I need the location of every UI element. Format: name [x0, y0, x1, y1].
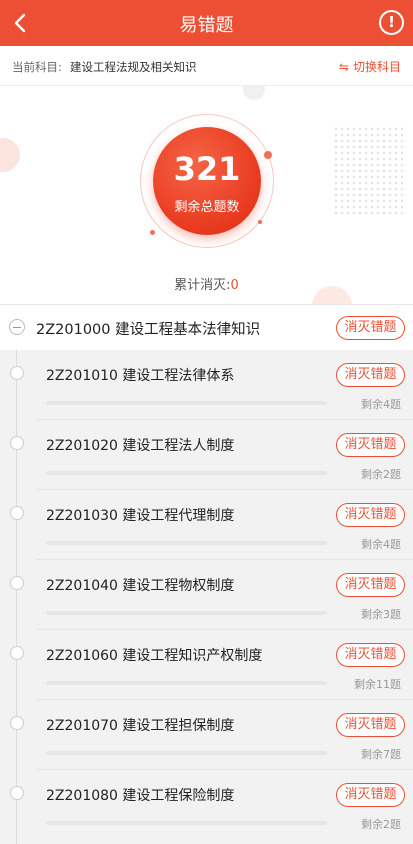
chapter-header[interactable]: 2Z201000 建设工程基本法律知识 消灭错题	[0, 304, 413, 350]
list-item-title: 2Z201030 建设工程代理制度	[46, 508, 235, 524]
subject-label: 当前科目:	[12, 60, 62, 74]
switch-subject-button[interactable]: ⇋ 切换科目	[339, 58, 401, 75]
clear-button[interactable]: 消灭错题	[336, 503, 405, 527]
switch-subject-label: 切换科目	[352, 60, 401, 74]
progress-bar	[46, 611, 327, 615]
remaining-text: 剩余4题	[361, 538, 401, 551]
cleared-label: 累计消灭:	[174, 278, 231, 293]
list-item[interactable]: 2Z201070 建设工程担保制度 消灭错题 剩余7题	[0, 700, 413, 770]
list-item[interactable]: 2Z201080 建设工程保险制度 消灭错题 剩余2题	[0, 770, 413, 840]
progress-bar	[46, 681, 327, 685]
stats-panel: 321 剩余总题数 累计消灭:0	[0, 86, 413, 304]
clear-button[interactable]: 消灭错题	[336, 713, 405, 737]
decor-dot-pattern	[333, 126, 403, 216]
decor-circle	[0, 138, 20, 172]
remaining-text: 剩余2题	[361, 818, 401, 831]
progress-bar	[46, 821, 327, 825]
clear-chapter-button[interactable]: 消灭错题	[336, 316, 405, 340]
remaining-text: 剩余4题	[361, 398, 401, 411]
timeline-dot	[10, 576, 24, 590]
info-button[interactable]: !	[379, 10, 404, 35]
subject-bar: 当前科目: 建设工程法规及相关知识 ⇋ 切换科目	[0, 46, 413, 86]
remaining-text: 剩余11题	[354, 678, 401, 691]
progress-bar	[46, 401, 327, 405]
timeline-dot	[10, 716, 24, 730]
progress-bar	[46, 541, 327, 545]
swap-icon: ⇋	[338, 60, 349, 74]
list-item[interactable]: 2Z201060 建设工程知识产权制度 消灭错题 剩余11题	[0, 630, 413, 700]
remaining-count-badge: 321 剩余总题数	[153, 127, 261, 235]
orbit-dot	[258, 220, 262, 224]
remaining-text: 剩余7题	[361, 748, 401, 761]
list-item[interactable]: 2Z201040 建设工程物权制度 消灭错题 剩余3题	[0, 560, 413, 630]
decor-circle	[243, 86, 265, 100]
remaining-count: 321	[173, 150, 241, 188]
subject-name: 建设工程法规及相关知识	[70, 60, 197, 74]
chapter-title: 2Z201000 建设工程基本法律知识	[36, 322, 261, 338]
list-item-title: 2Z201040 建设工程物权制度	[46, 578, 235, 594]
cleared-value: 0	[230, 278, 239, 293]
list-item[interactable]: 2Z201010 建设工程法律体系 消灭错题 剩余4题	[0, 350, 413, 420]
page-title: 易错题	[179, 15, 234, 36]
orbit-dot	[264, 151, 272, 159]
timeline-dot	[10, 436, 24, 450]
list-item-title: 2Z201010 建设工程法律体系	[46, 368, 235, 384]
clear-button[interactable]: 消灭错题	[336, 573, 405, 597]
timeline-dot	[10, 506, 24, 520]
remaining-text: 剩余3题	[361, 608, 401, 621]
clear-button[interactable]: 消灭错题	[336, 643, 405, 667]
clear-button[interactable]: 消灭错题	[336, 363, 405, 387]
list-item-title: 2Z201020 建设工程法人制度	[46, 438, 235, 454]
list-item[interactable]: 2Z201020 建设工程法人制度 消灭错题 剩余2题	[0, 420, 413, 490]
app-header: 易错题 !	[0, 0, 413, 46]
progress-bar	[46, 471, 327, 475]
remaining-label: 剩余总题数	[174, 200, 240, 215]
list-item[interactable]: 2Z201030 建设工程代理制度 消灭错题 剩余4题	[0, 490, 413, 560]
timeline-dot	[10, 646, 24, 660]
list-item-title: 2Z201070 建设工程担保制度	[46, 718, 235, 734]
list-item-title: 2Z201060 建设工程知识产权制度	[46, 648, 263, 664]
list-item-title: 2Z201080 建设工程保险制度	[46, 788, 235, 804]
progress-bar	[46, 751, 327, 755]
collapse-icon[interactable]	[9, 319, 25, 335]
clear-button[interactable]: 消灭错题	[336, 783, 405, 807]
clear-button[interactable]: 消灭错题	[336, 433, 405, 457]
orbit-dot	[150, 230, 155, 235]
timeline-dot	[10, 366, 24, 380]
remaining-text: 剩余2题	[361, 468, 401, 481]
cleared-stat: 累计消灭:0	[0, 274, 413, 293]
timeline-dot	[10, 786, 24, 800]
